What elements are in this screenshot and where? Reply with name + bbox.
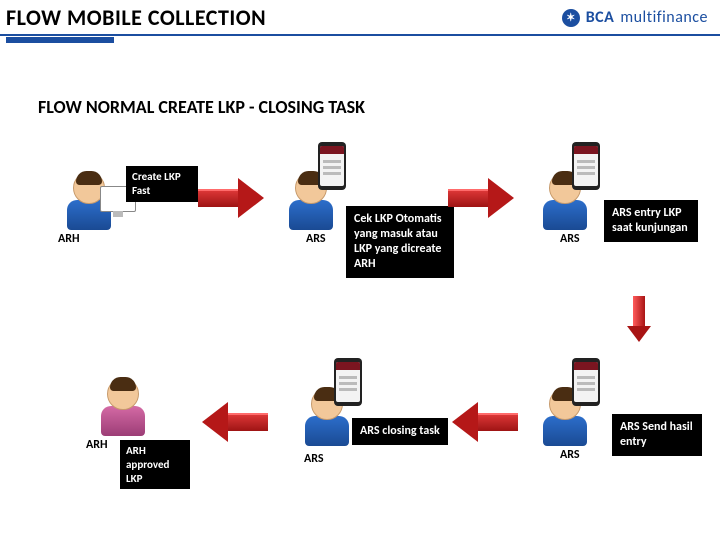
phone-icon-4 (334, 358, 362, 406)
role-label-ars-2: ARS (560, 232, 580, 246)
actor-arh-2 (88, 378, 158, 436)
phone-icon-2 (572, 142, 600, 190)
step-box-ars-send: ARS Send hasil entry (612, 414, 702, 456)
brand-short: BCA (586, 8, 615, 27)
title-rule (0, 34, 720, 36)
page-title: FLOW MOBILE COLLECTION (6, 4, 266, 31)
step-box-cek-lkp: Cek LKP Otomatis yang masuk atau LKP yan… (346, 206, 454, 278)
role-label-arh-1: ARH (58, 232, 80, 246)
brand-suffix: multifinance (620, 8, 708, 27)
arrow-right-2 (448, 178, 518, 218)
role-label-arh-2: ARH (86, 438, 108, 452)
brand-badge-icon: ✶ (562, 9, 580, 27)
arrow-left-1 (448, 402, 518, 442)
role-label-ars-1: ARS (306, 232, 326, 246)
arrow-left-2 (198, 402, 268, 442)
role-label-ars-4: ARS (304, 452, 324, 466)
step-box-ars-closing: ARS closing task (352, 418, 448, 445)
step-box-ars-entry: ARS entry LKP saat kunjungan (604, 200, 698, 242)
step-box-create-lkp: Create LKP Fast (126, 166, 198, 202)
brand-logo: ✶ BCA multifinance (562, 8, 708, 27)
role-label-ars-3: ARS (560, 448, 580, 462)
step-box-arh-approved: ARH approved LKP (120, 440, 190, 489)
title-sub-rule (6, 37, 114, 43)
phone-icon-1 (318, 142, 346, 190)
phone-icon-3 (572, 358, 600, 406)
section-subtitle: FLOW NORMAL CREATE LKP - CLOSING TASK (38, 96, 365, 118)
arrow-down (630, 296, 648, 342)
arrow-right-1 (198, 178, 268, 218)
